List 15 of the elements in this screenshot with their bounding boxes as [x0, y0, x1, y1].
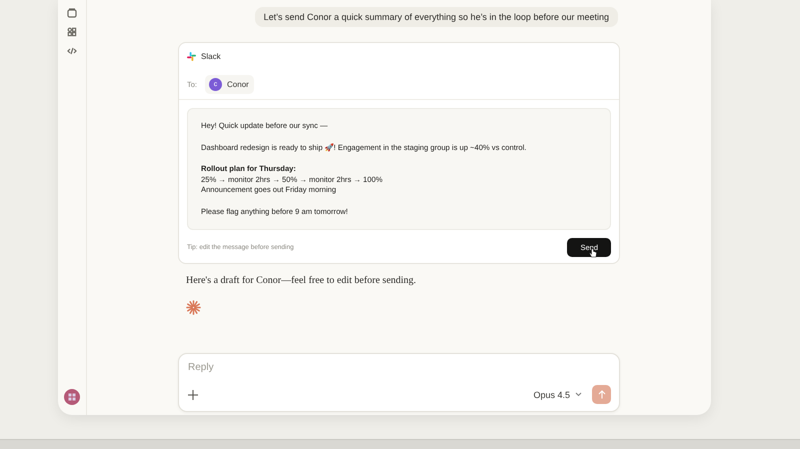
- chevron-down-icon: [575, 392, 582, 397]
- slack-logo-icon: [187, 52, 196, 60]
- plus-icon[interactable]: [188, 390, 198, 400]
- spark-icon: [186, 300, 201, 315]
- avatar[interactable]: [64, 389, 80, 405]
- code-icon[interactable]: [67, 46, 77, 56]
- user-message: Let’s send Conor a quick summary of everything so he’s in the loop before our meeting: [254, 7, 618, 27]
- assistant-message: Here's a draft for Conor—feel free to edit before sending.: [185, 275, 418, 286]
- reply-field[interactable]: Reply Opus 4.5: [178, 353, 620, 412]
- model-selector[interactable]: Opus 4.5: [529, 390, 586, 400]
- arrow-up-icon: [598, 390, 606, 399]
- apps-icon[interactable]: [67, 27, 77, 37]
- window-icon[interactable]: [67, 8, 77, 18]
- app-name: Slack: [201, 52, 221, 60]
- message-draft[interactable]: [187, 108, 611, 230]
